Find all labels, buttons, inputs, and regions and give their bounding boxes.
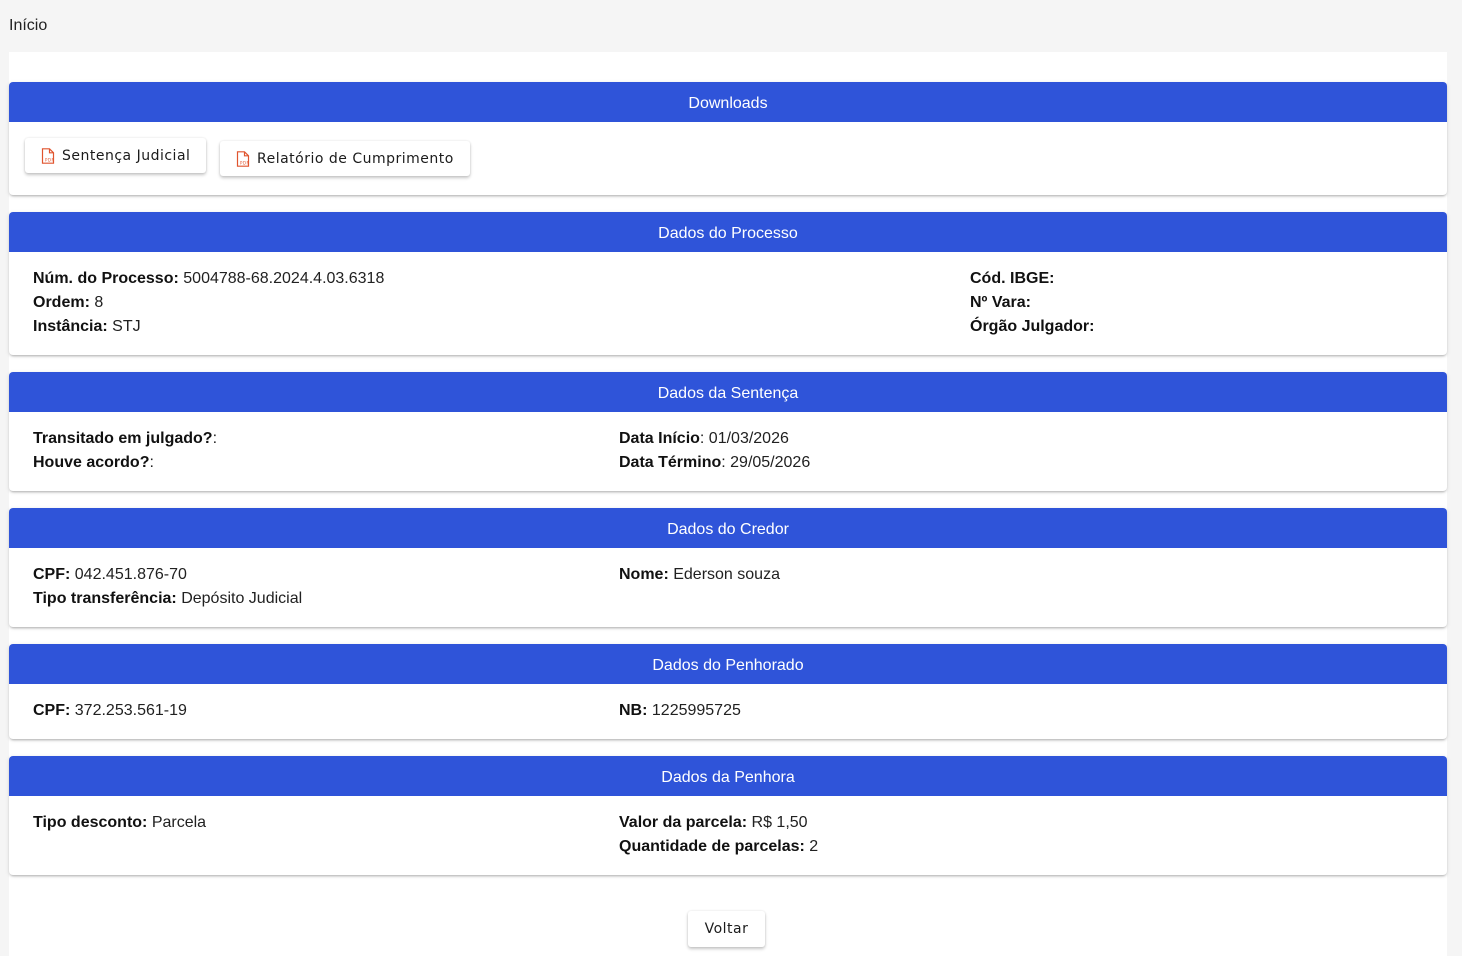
penhorado-cpf-field: CPF: 372.253.561-19 — [33, 699, 187, 723]
tipo-transferencia-value: Depósito Judicial — [181, 590, 303, 607]
credor-cpf-label: CPF: — [33, 566, 71, 583]
instancia-value: STJ — [112, 318, 141, 335]
sentenca-title: Dados da Sentença — [657, 385, 799, 402]
penhorado-header: Dados do Penhorado — [9, 644, 1447, 684]
instancia-label: Instância: — [33, 318, 108, 335]
processo-header: Dados do Processo — [9, 212, 1447, 252]
instancia-field: Instância: STJ — [33, 315, 141, 339]
credor-header: Dados do Credor — [9, 508, 1447, 548]
relatorio-cumprimento-download-button[interactable]: PDF Relatório de Cumprimento — [220, 141, 470, 176]
data-termino-label: Data Término — [619, 454, 722, 471]
processo-numero-value: 5004788-68.2024.4.03.6318 — [183, 270, 385, 287]
ordem-value: 8 — [94, 294, 104, 311]
svg-text:PDF: PDF — [240, 160, 249, 165]
num-vara-label: Nº Vara: — [970, 294, 1031, 311]
tipo-transferencia-field: Tipo transferência: Depósito Judicial — [33, 587, 302, 611]
processo-title: Dados do Processo — [658, 225, 798, 242]
tipo-desconto-label: Tipo desconto: — [33, 814, 148, 831]
sentenca-judicial-label: Sentença Judicial — [62, 147, 191, 164]
quantidade-parcelas-value: 2 — [809, 838, 819, 855]
sentenca-judicial-download-button[interactable]: PDF Sentença Judicial — [25, 138, 207, 173]
penhora-title: Dados da Penhora — [661, 769, 795, 786]
credor-cpf-field: CPF: 042.451.876-70 — [33, 563, 187, 587]
acordo-label: Houve acordo? — [33, 454, 150, 471]
relatorio-cumprimento-label: Relatório de Cumprimento — [257, 150, 454, 167]
sentenca-header: Dados da Sentença — [9, 372, 1447, 412]
cod-ibge-label: Cód. IBGE: — [970, 270, 1055, 287]
detail-content: Downloads PDF Sentença Judicial PDF Rela… — [9, 52, 1447, 956]
tipo-transferencia-label: Tipo transferência: — [33, 590, 177, 607]
data-inicio-label: Data Início — [619, 430, 700, 447]
quantidade-parcelas-field: Quantidade de parcelas: 2 — [619, 835, 818, 859]
pdf-file-icon: PDF — [236, 150, 250, 167]
num-vara-field: Nº Vara: — [970, 291, 1031, 315]
processo-numero-field: Núm. do Processo: 5004788-68.2024.4.03.6… — [33, 267, 384, 291]
penhorado-title: Dados do Penhorado — [652, 657, 804, 674]
acordo-field: Houve acordo?: — [33, 454, 154, 471]
downloads-header: Downloads — [9, 82, 1447, 122]
nb-label: NB: — [619, 702, 648, 719]
data-termino-field: Data Término: 29/05/2026 — [619, 454, 811, 471]
nb-value: 1225995725 — [651, 702, 741, 719]
data-inicio-value: 01/03/2026 — [708, 430, 789, 447]
valor-parcela-field: Valor da parcela: R$ 1,50 — [619, 811, 808, 835]
quantidade-parcelas-label: Quantidade de parcelas: — [619, 838, 805, 855]
ordem-field: Ordem: 8 — [33, 291, 103, 315]
sentenca-card: Dados da Sentença Transitado em julgado?… — [9, 372, 1447, 491]
voltar-button[interactable]: Voltar — [688, 911, 765, 947]
nb-field: NB: 1225995725 — [619, 699, 741, 723]
svg-text:PDF: PDF — [45, 157, 54, 162]
breadcrumb[interactable]: Início — [9, 17, 47, 35]
cod-ibge-field: Cód. IBGE: — [970, 267, 1054, 291]
downloads-card: Downloads PDF Sentença Judicial PDF Rela… — [9, 82, 1447, 195]
tipo-desconto-value: Parcela — [151, 814, 207, 831]
penhora-card: Dados da Penhora Tipo desconto: Parcela … — [9, 756, 1447, 875]
pdf-file-icon: PDF — [41, 147, 55, 164]
data-termino-value: 29/05/2026 — [730, 454, 811, 471]
downloads-title: Downloads — [688, 95, 768, 112]
ordem-label: Ordem: — [33, 294, 90, 311]
orgao-julgador-field: Órgão Julgador: — [970, 315, 1094, 339]
transitado-label: Transitado em julgado? — [33, 430, 213, 447]
orgao-julgador-label: Órgão Julgador: — [970, 318, 1095, 335]
credor-title: Dados do Credor — [667, 521, 789, 538]
credor-card: Dados do Credor CPF: 042.451.876-70 Tipo… — [9, 508, 1447, 627]
credor-nome-field: Nome: Ederson souza — [619, 563, 780, 587]
valor-parcela-value: R$ 1,50 — [751, 814, 808, 831]
processo-card: Dados do Processo Núm. do Processo: 5004… — [9, 212, 1447, 355]
credor-cpf-value: 042.451.876-70 — [74, 566, 187, 583]
tipo-desconto-field: Tipo desconto: Parcela — [33, 811, 206, 835]
penhora-header: Dados da Penhora — [9, 756, 1447, 796]
penhorado-cpf-value: 372.253.561-19 — [74, 702, 187, 719]
transitado-field: Transitado em julgado?: — [33, 430, 218, 447]
credor-nome-label: Nome: — [619, 566, 669, 583]
voltar-label: Voltar — [704, 921, 749, 937]
penhorado-cpf-label: CPF: — [33, 702, 71, 719]
valor-parcela-label: Valor da parcela: — [619, 814, 748, 831]
penhorado-card: Dados do Penhorado CPF: 372.253.561-19 N… — [9, 644, 1447, 739]
processo-numero-label: Núm. do Processo: — [33, 270, 179, 287]
credor-nome-value: Ederson souza — [673, 566, 780, 583]
data-inicio-field: Data Início: 01/03/2026 — [619, 430, 789, 447]
